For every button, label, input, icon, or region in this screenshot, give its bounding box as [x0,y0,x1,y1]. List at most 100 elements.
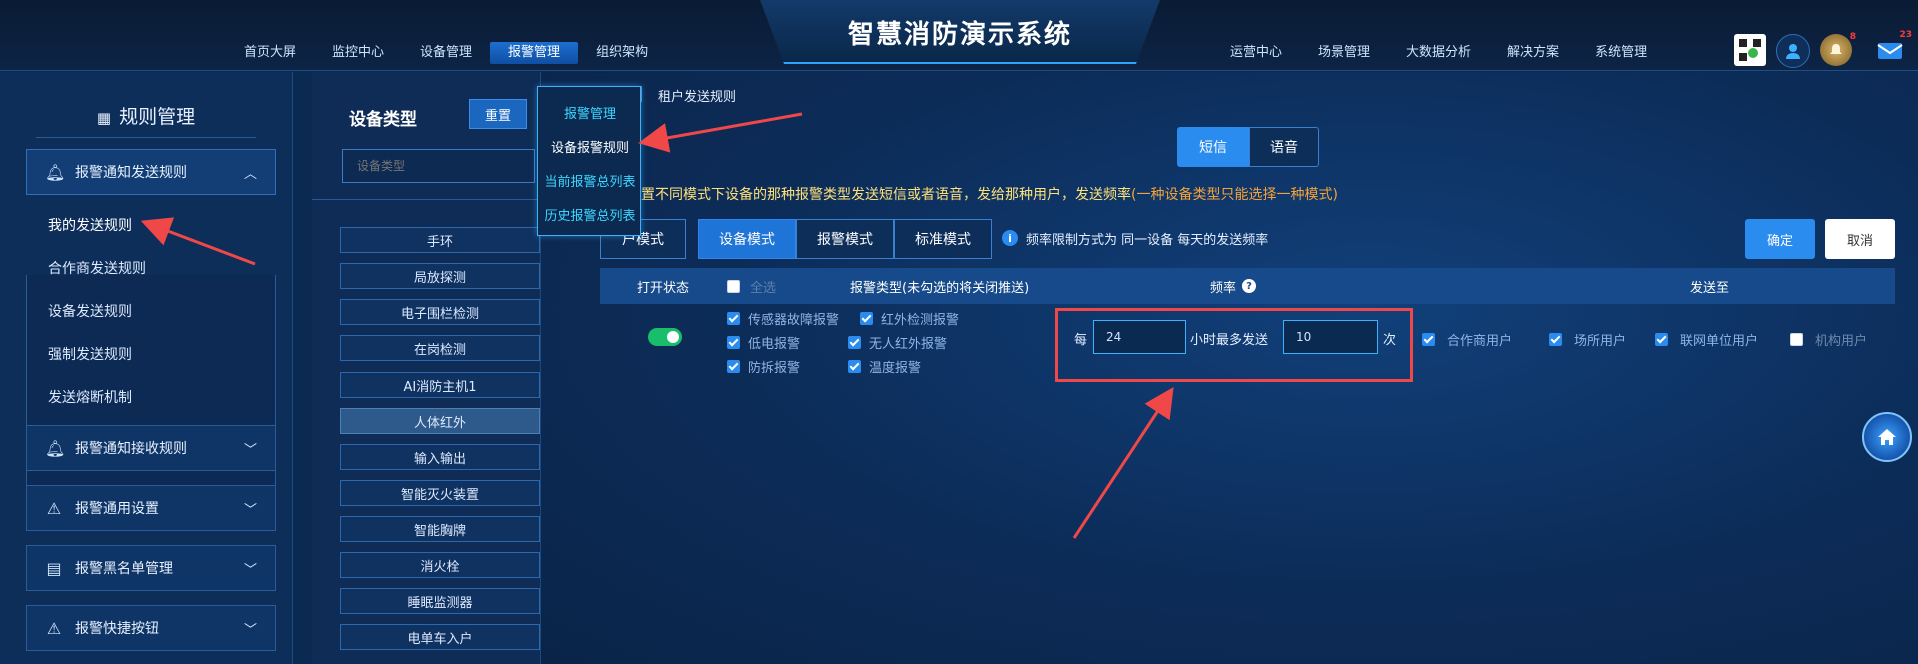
help-icon[interactable]: ? [1242,279,1257,293]
checkbox[interactable] [727,360,740,373]
device-item[interactable]: 智能胸牌 [340,516,540,542]
nav-item-dashboard[interactable]: 首页大屏 [226,42,314,64]
checkbox[interactable] [727,336,740,349]
hours-input[interactable] [1093,320,1186,354]
sidebar-group-label: 报警黑名单管理 [75,561,173,577]
reset-button[interactable]: 重置 [469,99,527,129]
breadcrumb: 租户发送规则 [658,90,737,105]
document-icon: ▤ [46,558,62,578]
nav-left: 首页大屏 监控中心 设备管理 报警管理 组织架构 [226,42,666,64]
sidebar-item-circuit-breaker[interactable]: 发送熔断机制 [48,387,132,407]
sidebar-item-device-rules[interactable]: 设备发送规则 [48,301,132,321]
checkbox[interactable] [848,336,861,349]
user-avatar-icon[interactable] [1776,34,1810,68]
target-venue-users[interactable]: 场所用户 [1549,330,1626,349]
device-item-selected[interactable]: 人体红外 [340,408,540,434]
freq-prefix: 每 [1074,333,1088,348]
message-icon[interactable]: 23 [1874,30,1912,66]
tab-device-mode[interactable]: 设备模式 [698,219,796,259]
dropdown-item-device-alarm-rules[interactable]: 设备报警规则 [538,137,642,156]
checkbox[interactable] [1655,333,1668,346]
alarm-management-dropdown: 报警管理 设备报警规则 当前报警总列表 历史报警总列表 [537,86,641,236]
nav-item-alarms[interactable]: 报警管理 [490,42,579,64]
device-item[interactable]: 智能灭火装置 [340,480,540,506]
alarm-type-tamper[interactable]: 防拆报警 [727,357,800,376]
nav-right: 运营中心 场景管理 大数据分析 解决方案 系统管理 [1212,42,1665,64]
sidebar-group-label: 报警通知接收规则 [75,441,187,457]
checkbox[interactable] [1790,333,1803,346]
nav-item-devices[interactable]: 设备管理 [402,42,490,64]
tab-alarm-mode[interactable]: 报警模式 [796,219,894,259]
alarm-type-temperature[interactable]: 温度报警 [848,357,921,376]
th-alarm-type: 报警类型(未勾选的将关闭推送) [850,280,1030,296]
times-input[interactable] [1283,320,1378,354]
alarm-type-infrared[interactable]: 红外检测报警 [860,309,959,328]
rule-description-highlight: (一种设备类型只能选择一种模式) [1131,187,1338,203]
alarm-type-label: 防拆报警 [748,361,801,376]
alarm-type-label: 红外检测报警 [881,313,960,328]
dropdown-item-history-alarms[interactable]: 历史报警总列表 [538,205,642,224]
nav-item-bigdata[interactable]: 大数据分析 [1388,42,1489,64]
th-status: 打开状态 [637,280,690,296]
checkbox[interactable] [860,312,873,325]
device-item[interactable]: 手环 [340,227,540,253]
select-all-label: 全选 [750,280,777,296]
device-type-input[interactable] [342,149,535,183]
alarm-type-unmanned-infrared[interactable]: 无人红外报警 [848,333,947,352]
nav-item-scenes[interactable]: 场景管理 [1300,42,1388,64]
nav-item-ops[interactable]: 运营中心 [1212,42,1300,64]
checkbox[interactable] [727,312,740,325]
dropdown-item-current-alarms[interactable]: 当前报警总列表 [538,171,642,190]
alarm-type-label: 温度报警 [869,361,922,376]
sidebar-divider [36,137,256,138]
device-item[interactable]: AI消防主机1 [340,372,540,398]
device-type-title: 设备类型 [349,110,417,130]
target-network-unit-users[interactable]: 联网单位用户 [1655,330,1758,349]
checkbox[interactable] [848,360,861,373]
sidebar-group-blacklist[interactable]: ▤ 报警黑名单管理 ﹀ [26,545,276,591]
checkbox[interactable] [1422,333,1435,346]
nav-item-org[interactable]: 组织架构 [578,42,666,64]
sidebar-item-forced-rules[interactable]: 强制发送规则 [48,344,132,364]
siren-icon: ⚠︎ [46,618,62,638]
sidebar-item-my-rules[interactable]: 我的发送规则 [48,215,132,235]
select-all-control[interactable]: 全选 [727,268,776,304]
sidebar-group-send-rules[interactable]: 🔔︎ 报警通知发送规则 ︿ [26,149,276,195]
sidebar-group-shortcut-buttons[interactable]: ⚠︎ 报警快捷按钮 ﹀ [26,605,276,651]
device-item[interactable]: 局放探测 [340,263,540,289]
nav-item-monitor[interactable]: 监控中心 [314,42,402,64]
sidebar-group-general-settings[interactable]: ⚠︎ 报警通用设置 ﹀ [26,485,276,531]
frequency-note: 频率限制方式为 同一设备 每天的发送频率 [1026,233,1269,248]
status-toggle[interactable] [648,328,682,346]
device-item[interactable]: 电单车入户 [340,624,540,650]
tab-sms[interactable]: 短信 [1177,127,1249,167]
device-type-panel: 设备类型 重置 手环 局放探测 电子围栏检测 在岗检测 AI消防主机1 人体红外… [312,72,541,664]
device-item[interactable]: 睡眠监测器 [340,588,540,614]
target-institution-users[interactable]: 机构用户 [1790,330,1867,349]
checkbox[interactable] [1549,333,1562,346]
sidebar-group-label: 报警快捷按钮 [75,621,159,637]
alarm-bell-icon[interactable]: 8 [1820,32,1856,66]
tab-standard-mode[interactable]: 标准模式 [894,219,992,259]
device-item[interactable]: 输入输出 [340,444,540,470]
sidebar-item-partner-rules[interactable]: 合作商发送规则 [48,258,146,278]
sidebar-title-text: 规则管理 [119,106,196,128]
target-partner-users[interactable]: 合作商用户 [1422,330,1512,349]
device-item[interactable]: 电子围栏检测 [340,299,540,325]
chevron-down-icon: ﹀ [243,622,257,638]
device-item[interactable]: 在岗检测 [340,335,540,361]
alarm-type-sensor-fault[interactable]: 传感器故障报警 [727,309,839,328]
qr-code-icon[interactable] [1734,34,1766,66]
nav-item-solutions[interactable]: 解决方案 [1489,42,1577,64]
select-all-checkbox[interactable] [727,279,740,293]
alarm-type-low-battery[interactable]: 低电报警 [727,333,800,352]
device-item[interactable]: 消火栓 [340,552,540,578]
cancel-button[interactable]: 取消 [1825,219,1895,259]
confirm-button[interactable]: 确定 [1745,219,1815,259]
dropdown-item-alarm-management[interactable]: 报警管理 [538,103,642,122]
sidebar-group-receive-rules[interactable]: 🔔︎ 报警通知接收规则 ﹀ [26,425,276,471]
top-header: 智慧消防演示系统 首页大屏 监控中心 设备管理 报警管理 组织架构 运营中心 场… [0,0,1918,71]
home-float-button[interactable] [1862,412,1912,462]
nav-item-system[interactable]: 系统管理 [1577,42,1665,64]
tab-voice[interactable]: 语音 [1249,127,1319,167]
